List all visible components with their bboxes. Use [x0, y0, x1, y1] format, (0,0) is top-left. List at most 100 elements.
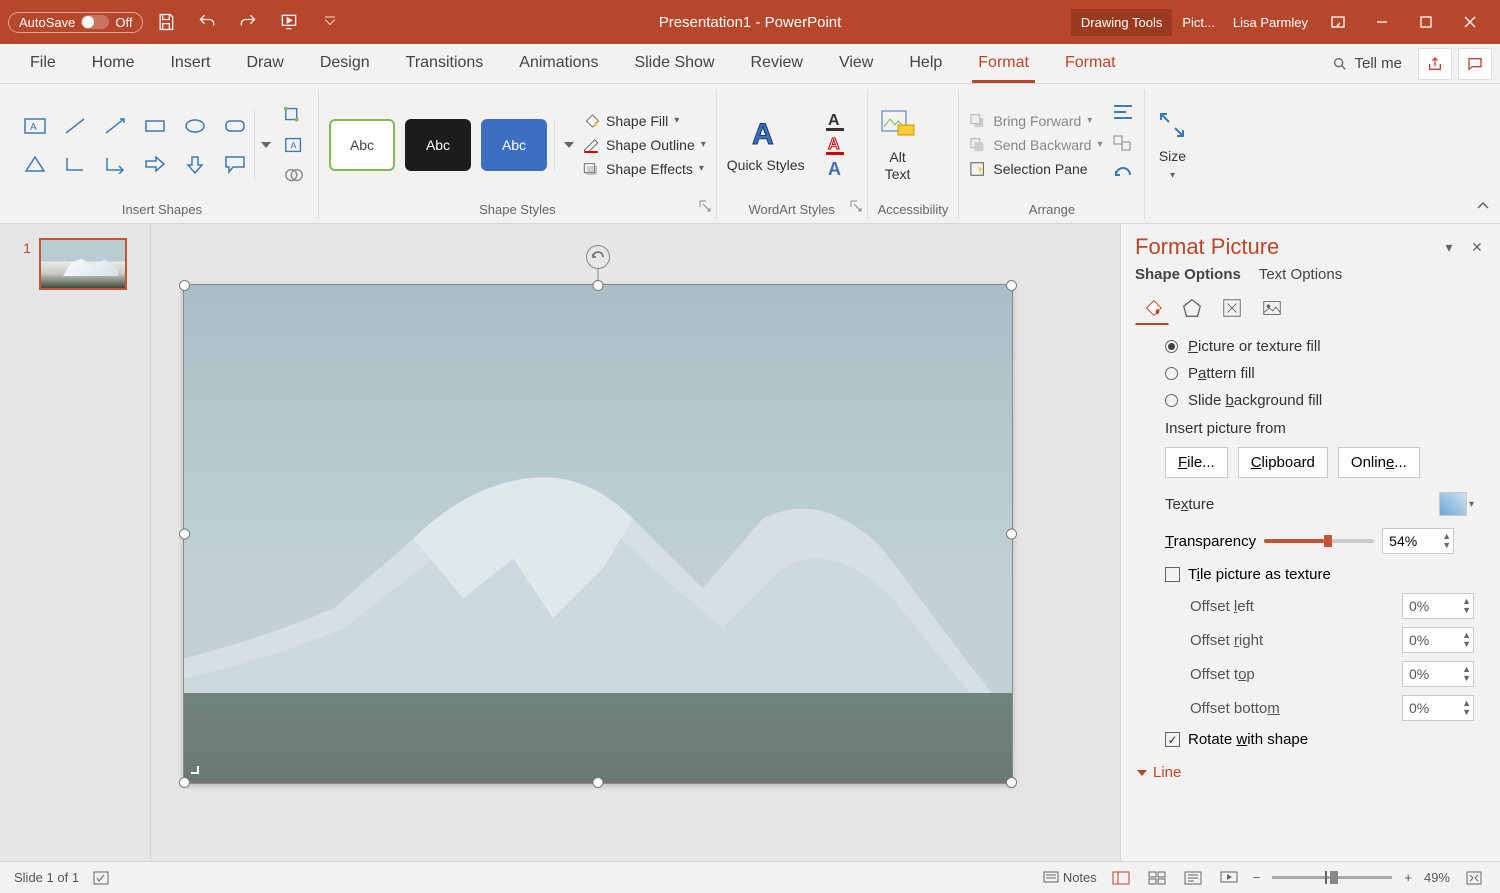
- textbox-shape-icon[interactable]: A: [16, 108, 54, 144]
- resize-handle-s[interactable]: [593, 777, 604, 788]
- shape-gallery[interactable]: A: [16, 108, 254, 182]
- shape-styles-dialog-launcher[interactable]: [698, 199, 712, 213]
- share-button[interactable]: [1418, 48, 1452, 80]
- style-preset-gallery[interactable]: Abc Abc Abc: [329, 119, 547, 171]
- wordart-dialog-launcher[interactable]: [849, 199, 863, 213]
- tab-draw[interactable]: Draw: [228, 44, 301, 83]
- offset-bottom-input[interactable]: 0%▲▼: [1402, 695, 1474, 721]
- edit-shape-button[interactable]: [280, 103, 308, 127]
- resize-handle-nw[interactable]: [179, 280, 190, 291]
- preset-1[interactable]: Abc: [329, 119, 395, 171]
- bring-forward-button[interactable]: Bring Forward ▾: [969, 113, 1102, 129]
- slide-thumbnail-1[interactable]: [39, 238, 127, 290]
- notes-button[interactable]: Notes: [1043, 870, 1097, 885]
- callout-shape-icon[interactable]: [216, 146, 254, 182]
- group-button[interactable]: [1112, 134, 1134, 155]
- tile-checkbox[interactable]: Tile picture as texture: [1135, 560, 1494, 589]
- tab-review[interactable]: Review: [733, 44, 821, 83]
- text-effects-button[interactable]: A: [815, 158, 857, 180]
- transparency-slider[interactable]: [1264, 539, 1374, 543]
- down-arrow-shape-icon[interactable]: [176, 146, 214, 182]
- clipboard-button[interactable]: Clipboard: [1238, 447, 1328, 478]
- reading-view-button[interactable]: [1181, 868, 1205, 888]
- maximize-button[interactable]: [1404, 7, 1448, 37]
- tab-slide-show[interactable]: Slide Show: [616, 44, 732, 83]
- start-from-beginning-button[interactable]: [271, 4, 307, 40]
- picture-texture-fill-radio[interactable]: Picture or texture fill: [1135, 333, 1494, 360]
- collapse-ribbon-button[interactable]: [1474, 197, 1492, 215]
- alt-text-button[interactable]: AltText: [878, 107, 918, 183]
- save-button[interactable]: [148, 4, 184, 40]
- selected-picture[interactable]: [183, 284, 1013, 784]
- transparency-input[interactable]: 54%▲▼: [1382, 528, 1454, 554]
- line-shape-icon[interactable]: [56, 108, 94, 144]
- merge-shapes-button[interactable]: [280, 163, 308, 187]
- slide-background-fill-radio[interactable]: Slide background fill: [1135, 387, 1494, 414]
- tab-design[interactable]: Design: [302, 44, 388, 83]
- preset-3[interactable]: Abc: [481, 119, 547, 171]
- rounded-rect-shape-icon[interactable]: [216, 108, 254, 144]
- preset-2[interactable]: Abc: [405, 119, 471, 171]
- arrow-line-icon[interactable]: [96, 108, 134, 144]
- line-section-header[interactable]: Line: [1135, 754, 1494, 787]
- zoom-level[interactable]: 49%: [1424, 870, 1450, 885]
- elbow-arrow-icon[interactable]: [96, 146, 134, 182]
- style-gallery-more[interactable]: [554, 119, 582, 171]
- offset-left-input[interactable]: 0%▲▼: [1402, 593, 1474, 619]
- elbow-connector-icon[interactable]: [56, 146, 94, 182]
- tab-transitions[interactable]: Transitions: [388, 44, 502, 83]
- rotate-button[interactable]: [1112, 165, 1134, 186]
- comments-button[interactable]: [1458, 48, 1492, 80]
- resize-handle-ne[interactable]: [1006, 280, 1017, 291]
- tab-home[interactable]: Home: [74, 44, 153, 83]
- tell-me-search[interactable]: Tell me: [1322, 55, 1412, 72]
- user-name[interactable]: Lisa Parmley: [1225, 15, 1316, 30]
- zoom-in-button[interactable]: +: [1404, 870, 1412, 885]
- text-outline-button[interactable]: A: [815, 134, 857, 156]
- online-button[interactable]: Online...: [1338, 447, 1420, 478]
- resize-handle-w[interactable]: [179, 529, 190, 540]
- rotate-handle[interactable]: [586, 245, 610, 269]
- customize-qat-button[interactable]: [312, 4, 348, 40]
- minimize-button[interactable]: [1360, 7, 1404, 37]
- tab-view[interactable]: View: [821, 44, 891, 83]
- undo-button[interactable]: [189, 4, 225, 40]
- close-button[interactable]: [1448, 7, 1492, 37]
- size-category-icon[interactable]: [1215, 291, 1249, 325]
- shape-effects-button[interactable]: Shape Effects ▾: [582, 161, 706, 177]
- fit-to-window-button[interactable]: [1462, 868, 1486, 888]
- fill-line-category-icon[interactable]: [1135, 291, 1169, 325]
- quick-styles-button[interactable]: A Quick Styles: [727, 116, 805, 173]
- effects-category-icon[interactable]: [1175, 291, 1209, 325]
- right-arrow-shape-icon[interactable]: [136, 146, 174, 182]
- triangle-shape-icon[interactable]: [16, 146, 54, 182]
- align-button[interactable]: [1112, 103, 1134, 124]
- redo-button[interactable]: [230, 4, 266, 40]
- drawing-tools-context[interactable]: Drawing Tools: [1071, 9, 1172, 36]
- file-button[interactable]: File...: [1165, 447, 1228, 478]
- slideshow-view-button[interactable]: [1217, 868, 1241, 888]
- picture-tools-context[interactable]: Pict...: [1172, 9, 1225, 36]
- shape-options-tab[interactable]: Shape Options: [1135, 266, 1241, 283]
- selection-pane-button[interactable]: Selection Pane: [969, 161, 1102, 177]
- tab-animations[interactable]: Animations: [501, 44, 616, 83]
- tab-insert[interactable]: Insert: [152, 44, 228, 83]
- resize-handle-n[interactable]: [593, 280, 604, 291]
- normal-view-button[interactable]: [1109, 868, 1133, 888]
- pane-options-button[interactable]: ▾: [1440, 238, 1458, 256]
- rotate-with-shape-checkbox[interactable]: Rotate with shape: [1135, 725, 1494, 754]
- zoom-slider[interactable]: [1272, 876, 1392, 879]
- shape-fill-button[interactable]: Shape Fill ▾: [582, 113, 706, 129]
- ribbon-options-button[interactable]: [1316, 7, 1360, 37]
- text-options-tab[interactable]: Text Options: [1259, 266, 1342, 283]
- shapes-more-button[interactable]: [254, 109, 276, 181]
- pane-close-button[interactable]: ✕: [1468, 238, 1486, 256]
- send-backward-button[interactable]: Send Backward ▾: [969, 137, 1102, 153]
- tab-help[interactable]: Help: [891, 44, 960, 83]
- oval-shape-icon[interactable]: [176, 108, 214, 144]
- slide-indicator[interactable]: Slide 1 of 1: [14, 870, 79, 885]
- resize-handle-e[interactable]: [1006, 529, 1017, 540]
- offset-right-input[interactable]: 0%▲▼: [1402, 627, 1474, 653]
- rectangle-shape-icon[interactable]: [136, 108, 174, 144]
- resize-handle-sw[interactable]: [179, 777, 190, 788]
